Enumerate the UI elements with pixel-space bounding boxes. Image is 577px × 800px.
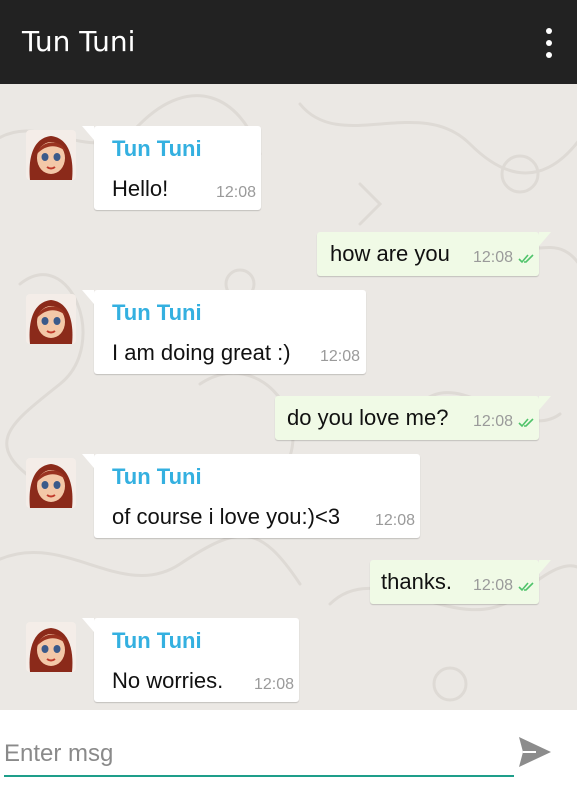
girl-avatar-icon: [26, 130, 76, 180]
girl-avatar-icon: [26, 622, 76, 672]
sender-name: Tun Tuni: [112, 136, 202, 161]
sender-name: Tun Tuni: [112, 300, 202, 325]
read-ticks-icon: [518, 254, 534, 264]
girl-avatar-icon: [26, 458, 76, 508]
message-time: 12:08: [473, 249, 514, 266]
message-bubble-outgoing[interactable]: thanks. 12:08: [370, 560, 551, 604]
message-bubble-incoming[interactable]: Tun Tuni No worries. 12:08: [82, 618, 299, 702]
avatar[interactable]: [26, 294, 76, 344]
message-text: how are you: [330, 241, 450, 266]
message-text: do you love me?: [287, 405, 449, 430]
chat-area[interactable]: Tun Tuni Hello! 12:08 how are you 12:08 …: [0, 84, 577, 710]
message-text: of course i love you:)<3: [112, 504, 341, 529]
message-input[interactable]: [4, 732, 514, 776]
avatar[interactable]: [26, 130, 76, 180]
avatar[interactable]: [26, 458, 76, 508]
message-time: 12:08: [473, 577, 514, 594]
message-time: 12:08: [254, 676, 295, 693]
sender-name: Tun Tuni: [112, 628, 202, 653]
read-ticks-icon: [518, 582, 534, 592]
sender-name: Tun Tuni: [112, 464, 202, 489]
girl-avatar-icon: [26, 294, 76, 344]
avatar[interactable]: [26, 622, 76, 672]
app-bar: Tun Tuni: [0, 0, 577, 84]
message-text: No worries.: [112, 668, 224, 693]
message-time: 12:08: [375, 512, 416, 529]
message-bubble-outgoing[interactable]: how are you 12:08: [317, 232, 551, 276]
message-bubble-incoming[interactable]: Tun Tuni of course i love you:)<3 12:08: [82, 454, 420, 538]
message-time: 12:08: [216, 184, 257, 201]
message-bubble-outgoing[interactable]: do you love me? 12:08: [275, 396, 551, 440]
message-time: 12:08: [320, 348, 361, 365]
overflow-menu-icon[interactable]: [541, 28, 557, 58]
message-text: thanks.: [381, 569, 452, 594]
message-text: Hello!: [112, 176, 169, 201]
message-bubble-incoming[interactable]: Tun Tuni I am doing great :) 12:08: [82, 290, 366, 374]
input-underline: [4, 775, 514, 777]
read-ticks-icon: [518, 418, 534, 428]
send-icon[interactable]: [516, 734, 554, 770]
composer-bar: [0, 710, 577, 800]
message-bubble-incoming[interactable]: Tun Tuni Hello! 12:08: [82, 126, 261, 210]
app-title: Tun Tuni: [22, 25, 136, 58]
message-text: I am doing great :): [112, 340, 291, 365]
message-time: 12:08: [473, 413, 514, 430]
